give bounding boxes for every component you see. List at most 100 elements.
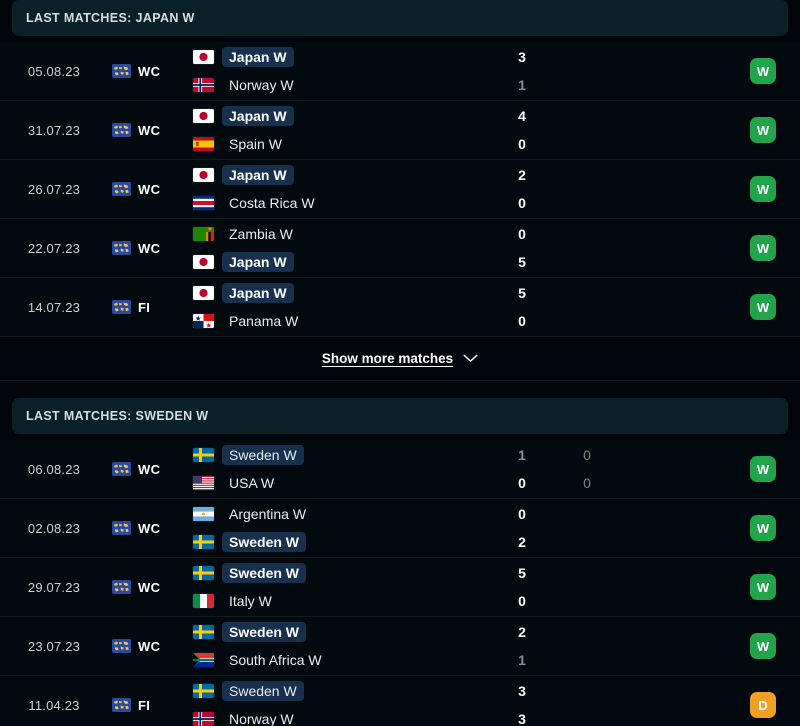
table-row[interactable]: 22.07.23 WC Zambia W Japan W05W [0, 219, 800, 278]
flag-icon-sweden [193, 566, 214, 580]
show-more-label: Show more matches [321, 351, 454, 366]
match-date: 11.04.23 [28, 697, 80, 713]
match-teams: Japan W Norway W [188, 47, 488, 96]
match-score: 33 [488, 681, 556, 726]
match-competition[interactable]: WC [108, 64, 188, 79]
flag-icon-japan [193, 255, 214, 269]
team-away[interactable]: Italy W [193, 591, 488, 612]
score-home: 0 [518, 225, 526, 242]
match-list-japan: 05.08.23 WC Japan W Norway W 3 1 W 31.07.23 WC Ja… [0, 42, 800, 337]
team-away[interactable]: Sweden W [193, 532, 488, 553]
section-header-title: LAST MATCHES: SWEDEN W [26, 409, 209, 423]
team-away[interactable]: Spain W [193, 134, 488, 155]
table-row[interactable]: 14.07.23 FI Japan W Panama W50W [0, 278, 800, 337]
flag-icon-southafrica [193, 653, 214, 667]
table-row[interactable]: 31.07.23 WC Japan W Spain W40W [0, 101, 800, 160]
world-map-icon [112, 182, 131, 196]
status-badge: W [750, 235, 776, 261]
section-japan: LAST MATCHES: JAPAN W 05.08.23 WC Japan W No… [0, 0, 800, 381]
team-home[interactable]: Japan W [193, 165, 488, 186]
table-row[interactable]: 05.08.23 WC Japan W Norway W31W [0, 42, 800, 101]
match-teams: Argentina W Sweden W [188, 504, 488, 553]
team-name: Sweden W [222, 681, 304, 701]
status-badge: D [750, 692, 776, 718]
match-competition[interactable]: WC [108, 580, 188, 595]
team-home[interactable]: Sweden W [193, 445, 488, 466]
table-row[interactable]: 11.04.23 FI Sweden W Norway W 33 D [0, 676, 800, 726]
team-name: Italy W [229, 593, 272, 609]
status-badge: W [750, 515, 776, 541]
team-home[interactable]: Zambia W [193, 224, 488, 245]
match-result: W [726, 176, 800, 202]
show-more-matches-button[interactable]: Show more matches [322, 351, 478, 366]
match-date: 23.07.23 [27, 638, 81, 654]
score-away: 5 [518, 253, 526, 270]
team-home[interactable]: Japan W [193, 283, 488, 304]
score-home: 0 [518, 505, 526, 522]
score-home: 3 [518, 48, 526, 65]
score-away: 1 [518, 651, 526, 668]
section-header-title: LAST MATCHES: JAPAN W [26, 11, 195, 25]
match-teams: Sweden W South Africa W [188, 622, 488, 671]
score-away: 0 [518, 135, 526, 152]
match-result: W [726, 294, 800, 320]
competition-label: WC [138, 579, 161, 595]
score-home: 3 [518, 682, 526, 699]
match-score: 02 [488, 504, 556, 553]
team-home[interactable]: Sweden W [193, 681, 488, 702]
match-teams: Sweden W Italy W [188, 563, 488, 612]
match-score: 05 [488, 224, 556, 273]
team-home[interactable]: Japan W [193, 106, 488, 127]
team-away[interactable]: South Africa W [193, 650, 488, 671]
status-badge: W [750, 58, 776, 84]
match-competition[interactable]: WC [108, 462, 188, 477]
match-competition[interactable]: FI [108, 698, 188, 713]
team-away[interactable]: Norway W [193, 75, 488, 96]
team-home[interactable]: Sweden W [193, 622, 488, 643]
score-away: 1 [518, 76, 526, 93]
match-competition[interactable]: WC [108, 639, 188, 654]
match-teams: Zambia W Japan W [188, 224, 488, 273]
team-home[interactable]: Japan W [193, 47, 488, 68]
status-badge: W [750, 117, 776, 143]
team-away[interactable]: Panama W [193, 311, 488, 332]
team-away[interactable]: Norway W [193, 709, 488, 726]
score-away: 0 [518, 474, 526, 491]
match-date: 22.07.23 [27, 240, 81, 256]
team-away[interactable]: Costa Rica W [193, 193, 488, 214]
team-name: Japan W [222, 106, 294, 126]
team-name: Japan W [222, 47, 294, 67]
table-row[interactable]: 23.07.23 WC Sweden W South Africa W21W [0, 617, 800, 676]
team-away[interactable]: USA W [193, 473, 488, 494]
table-row[interactable]: 26.07.23 WC Japan W Costa Rica W20W [0, 160, 800, 219]
table-row[interactable]: 29.07.23 WC Sweden W Italy W50W [0, 558, 800, 617]
team-name: Norway W [229, 711, 294, 726]
team-name: Japan W [222, 283, 294, 303]
match-competition[interactable]: FI [108, 300, 188, 315]
match-competition[interactable]: WC [108, 241, 188, 256]
match-result: W [726, 58, 800, 84]
competition-label: WC [138, 63, 161, 79]
match-competition[interactable]: WC [108, 182, 188, 197]
team-home[interactable]: Argentina W [193, 504, 488, 525]
flag-icon-norway [193, 712, 214, 726]
match-result: W [726, 456, 800, 482]
last-matches-page: LAST MATCHES: JAPAN W 05.08.23 WC Japan W No… [0, 0, 800, 726]
team-home[interactable]: Sweden W [193, 563, 488, 584]
table-row[interactable]: 06.08.23 WC Sweden W USA W1000W [0, 440, 800, 499]
score-away: 0 [518, 194, 526, 211]
flag-icon-japan [193, 109, 214, 123]
match-competition[interactable]: WC [108, 123, 188, 138]
match-teams: Sweden W USA W [188, 445, 488, 494]
team-away[interactable]: Japan W [193, 252, 488, 273]
flag-icon-panama [193, 314, 214, 328]
flag-icon-sweden [193, 448, 214, 462]
team-name: Zambia W [229, 226, 293, 242]
team-name: Panama W [229, 313, 299, 329]
match-date: 29.07.23 [27, 579, 81, 595]
table-row[interactable]: 02.08.23 WC Argentina W Sweden W02W [0, 499, 800, 558]
match-competition[interactable]: WC [108, 521, 188, 536]
match-score-regular: 00 [556, 445, 618, 494]
competition-label: WC [138, 638, 161, 654]
score-away: 0 [518, 312, 526, 329]
